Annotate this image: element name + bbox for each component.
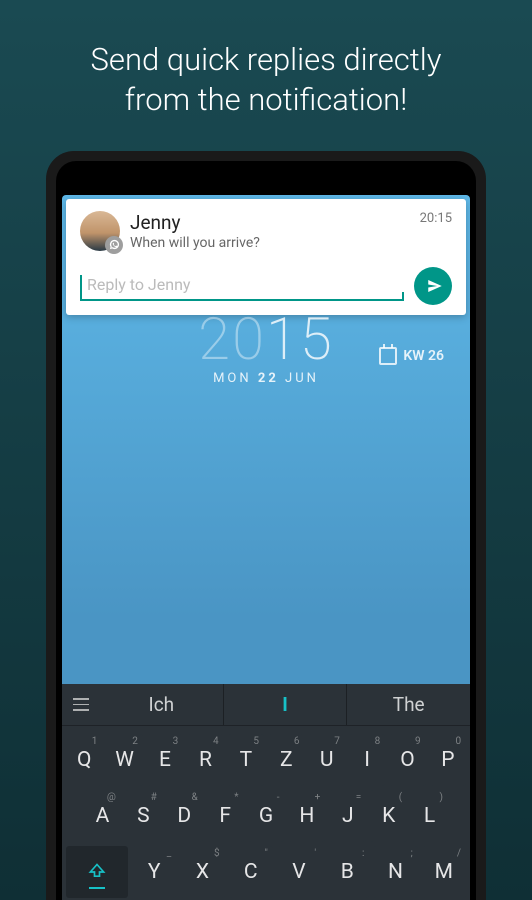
clock-month: JUN	[285, 371, 319, 386]
key-e[interactable]: E3	[147, 734, 183, 786]
shift-key[interactable]	[66, 846, 128, 898]
key-r[interactable]: R4	[187, 734, 223, 786]
key-q[interactable]: Q1	[66, 734, 102, 786]
key-s[interactable]: S#	[125, 790, 162, 842]
clock-day: 22	[258, 371, 279, 386]
key-v[interactable]: V'	[277, 846, 321, 898]
notification-time: 20:15	[420, 211, 452, 226]
key-p[interactable]: P0	[430, 734, 466, 786]
key-row-3: Y_X$C"V'B:N;M/	[64, 844, 468, 900]
key-n[interactable]: N;	[373, 846, 417, 898]
clock-minute: 15	[266, 306, 334, 374]
reply-placeholder: Reply to Jenny	[83, 275, 190, 294]
key-t[interactable]: T5	[228, 734, 264, 786]
clock-dow: MON	[213, 371, 252, 386]
text-cursor	[80, 275, 82, 295]
promo-line-2: from the notification!	[91, 80, 442, 120]
key-j[interactable]: J=	[329, 790, 366, 842]
reply-input[interactable]: Reply to Jenny	[80, 271, 404, 301]
suggestion-2[interactable]: I	[223, 684, 348, 725]
key-l[interactable]: L)	[411, 790, 448, 842]
key-k[interactable]: K(	[370, 790, 407, 842]
key-c[interactable]: C"	[229, 846, 273, 898]
sender-name: Jenny	[130, 211, 410, 234]
key-y[interactable]: Y_	[132, 846, 176, 898]
suggestion-1[interactable]: Ich	[100, 684, 223, 725]
week-label: KW 26	[403, 348, 444, 364]
key-d[interactable]: D&	[166, 790, 203, 842]
key-g[interactable]: G-	[248, 790, 285, 842]
send-button[interactable]	[414, 267, 452, 305]
calendar-week[interactable]: KW 26	[379, 347, 444, 365]
key-row-2: A@S#D&F*G-H+J=K(L)	[64, 788, 468, 844]
key-o[interactable]: O9	[389, 734, 425, 786]
key-u[interactable]: U7	[308, 734, 344, 786]
notification-card: Jenny When will you arrive? 20:15 Reply …	[66, 199, 466, 315]
lockscreen-clock: 2015 MON 22 JUN KW 26	[62, 311, 470, 386]
key-w[interactable]: W2	[106, 734, 142, 786]
key-x[interactable]: X$	[180, 846, 224, 898]
key-z[interactable]: Z6	[268, 734, 304, 786]
suggestion-3[interactable]: The	[347, 684, 470, 725]
key-h[interactable]: H+	[288, 790, 325, 842]
message-preview: When will you arrive?	[130, 235, 410, 251]
key-a[interactable]: A@	[84, 790, 121, 842]
whatsapp-icon	[105, 236, 123, 254]
key-i[interactable]: I8	[349, 734, 385, 786]
promo-title: Send quick replies directly from the not…	[61, 40, 472, 121]
keyboard: Ich I The Q1W2E3R4T5Z6U7I8O9P0 A@S#D&F*G…	[62, 684, 470, 900]
send-icon	[426, 277, 444, 295]
key-f[interactable]: F*	[207, 790, 244, 842]
phone-screen: Jenny When will you arrive? 20:15 Reply …	[62, 195, 470, 900]
calendar-icon	[379, 347, 397, 365]
clock-hour: 20	[198, 306, 266, 374]
suggestion-bar: Ich I The	[62, 684, 470, 726]
promo-line-1: Send quick replies directly	[91, 40, 442, 80]
suggestion-menu-icon[interactable]	[62, 684, 100, 725]
avatar[interactable]	[80, 211, 120, 251]
phone-frame: Jenny When will you arrive? 20:15 Reply …	[46, 151, 486, 900]
key-b[interactable]: B:	[325, 846, 369, 898]
key-row-1: Q1W2E3R4T5Z6U7I8O9P0	[64, 732, 468, 788]
key-m[interactable]: M/	[422, 846, 466, 898]
